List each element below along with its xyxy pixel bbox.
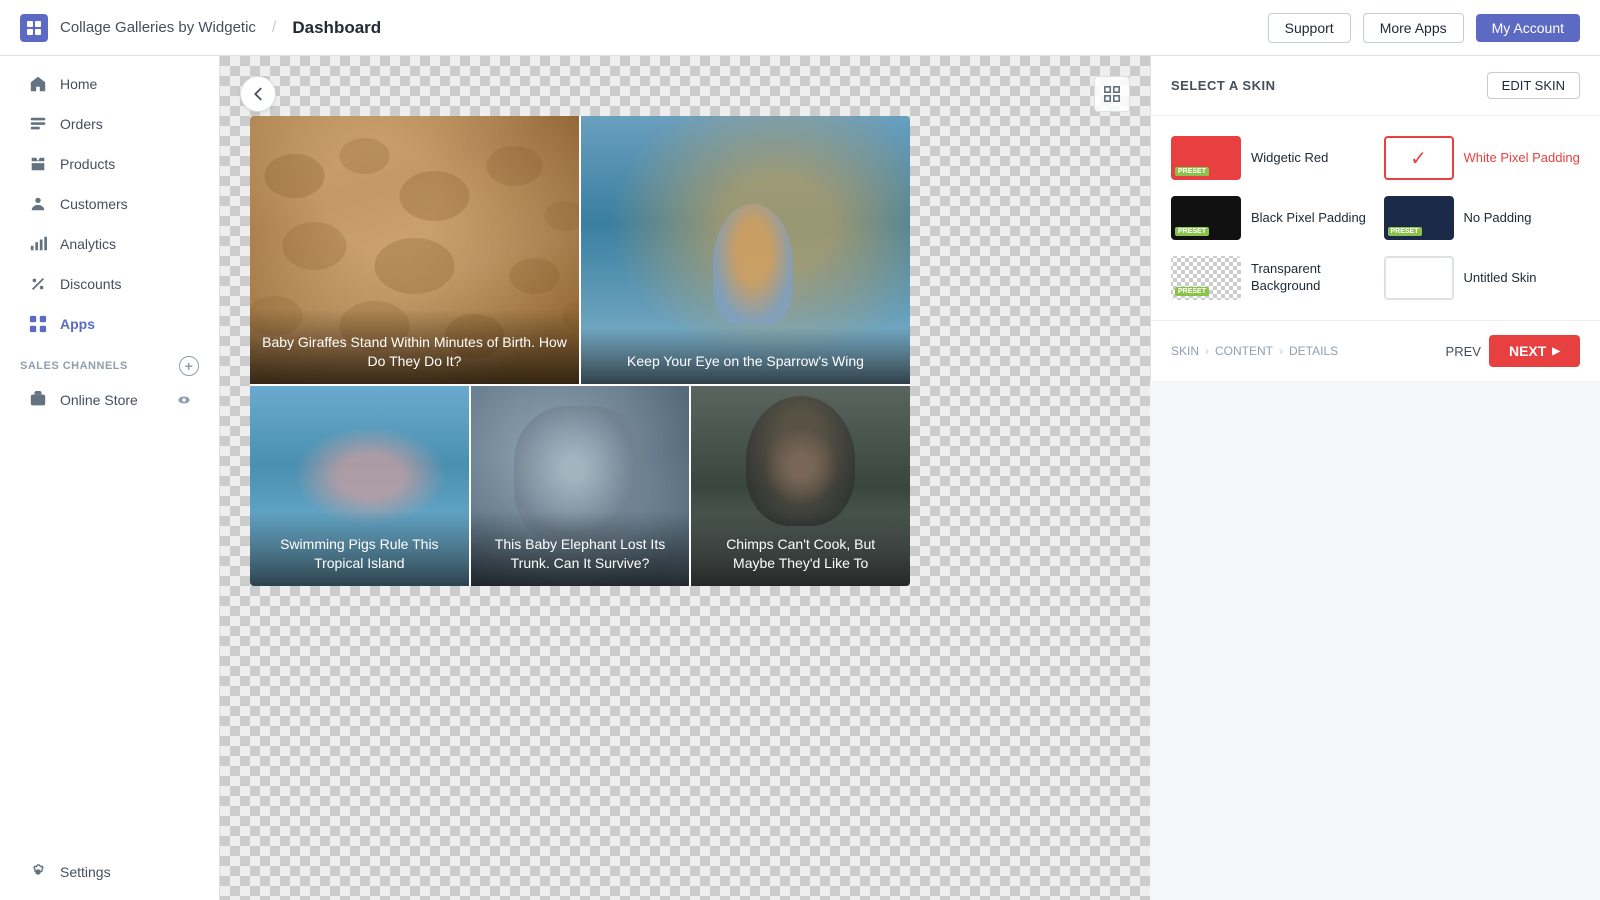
skin-label-white-pixel-padding: White Pixel Padding — [1464, 150, 1580, 167]
back-button[interactable] — [240, 76, 276, 112]
apps-label: Apps — [60, 316, 95, 332]
breadcrumb-details: DETAILS — [1289, 344, 1338, 358]
topbar: Collage Galleries by Widgetic / Dashboar… — [0, 0, 1600, 56]
online-store-label: Online Store — [60, 392, 138, 408]
footer-buttons: PREV NEXT — [1446, 335, 1580, 367]
preset-badge-dark: PRESET — [1388, 227, 1422, 236]
bc-sep-2: › — [1279, 344, 1283, 358]
panel-header: SELECT A SKIN EDIT SKIN — [1151, 56, 1600, 116]
page-title: Dashboard — [292, 18, 381, 38]
skin-thumb-black-pixel-padding: PRESET — [1171, 196, 1241, 240]
skin-thumb-widgetic-red: PRESET — [1171, 136, 1241, 180]
right-panel: SELECT A SKIN EDIT SKIN PRESET Widgetic … — [1150, 56, 1600, 381]
sidebar-item-home[interactable]: Home — [8, 64, 211, 104]
gallery-item-bird[interactable]: Keep Your Eye on the Sparrow's Wing — [581, 116, 910, 384]
gallery-item-giraffe[interactable]: Baby Giraffes Stand Within Minutes of Bi… — [250, 116, 579, 384]
panel-footer: SKIN › CONTENT › DETAILS PREV NEXT — [1151, 320, 1600, 381]
sales-channels-label: Sales Channels — [20, 360, 128, 372]
bc-sep-1: › — [1205, 344, 1209, 358]
skin-label-widgetic-red: Widgetic Red — [1251, 150, 1328, 167]
skin-checkmark: ✓ — [1386, 138, 1452, 178]
separator: / — [272, 19, 276, 37]
discounts-icon — [28, 274, 48, 294]
more-apps-button[interactable]: More Apps — [1363, 13, 1464, 43]
breadcrumb: SKIN › CONTENT › DETAILS — [1171, 344, 1338, 358]
analytics-label: Analytics — [60, 236, 116, 252]
home-label: Home — [60, 76, 97, 92]
expand-button[interactable] — [1094, 76, 1130, 112]
sales-channels-section: Sales Channels + — [0, 344, 219, 380]
gallery-item-elephant[interactable]: This Baby Elephant Lost Its Trunk. Can I… — [471, 386, 690, 586]
gallery-caption-pig: Swimming Pigs Rule This Tropical Island — [250, 511, 469, 586]
settings-icon — [28, 862, 48, 882]
gallery-item-pig[interactable]: Swimming Pigs Rule This Tropical Island — [250, 386, 469, 586]
orders-icon — [28, 114, 48, 134]
sidebar-item-analytics[interactable]: Analytics — [8, 224, 211, 264]
products-icon — [28, 154, 48, 174]
sidebar: Home Orders Products Customers Analytics — [0, 56, 220, 900]
skin-label-untitled: Untitled Skin — [1464, 270, 1537, 287]
gallery-caption-elephant: This Baby Elephant Lost Its Trunk. Can I… — [471, 511, 690, 586]
customers-icon — [28, 194, 48, 214]
sidebar-item-orders[interactable]: Orders — [8, 104, 211, 144]
skin-item-untitled[interactable]: Untitled Skin — [1384, 256, 1581, 300]
orders-label: Orders — [60, 116, 103, 132]
main-content: Baby Giraffes Stand Within Minutes of Bi… — [220, 56, 1600, 900]
online-store-eye-icon — [177, 393, 191, 407]
layout: Home Orders Products Customers Analytics — [0, 56, 1600, 900]
skin-item-black-pixel-padding[interactable]: PRESET Black Pixel Padding — [1171, 196, 1368, 240]
products-label: Products — [60, 156, 115, 172]
home-icon — [28, 74, 48, 94]
analytics-icon — [28, 234, 48, 254]
breadcrumb-content: CONTENT — [1215, 344, 1273, 358]
skin-label-black-pixel-padding: Black Pixel Padding — [1251, 210, 1366, 227]
app-icon — [20, 14, 48, 42]
online-store-icon — [28, 390, 48, 410]
prev-button[interactable]: PREV — [1446, 344, 1481, 359]
gallery-caption-giraffe: Baby Giraffes Stand Within Minutes of Bi… — [250, 309, 579, 384]
settings-label: Settings — [60, 864, 111, 880]
panel-title: SELECT A SKIN — [1171, 78, 1276, 93]
skin-thumb-transparent: PRESET — [1171, 256, 1241, 300]
skins-grid: PRESET Widgetic Red ✓ White Pixel Paddin… — [1151, 116, 1600, 320]
gallery-item-chimp[interactable]: Chimps Can't Cook, But Maybe They'd Like… — [691, 386, 910, 586]
sidebar-item-settings[interactable]: Settings — [8, 852, 211, 892]
preset-badge-transparent: PRESET — [1175, 287, 1209, 296]
add-channel-button[interactable]: + — [179, 356, 199, 376]
skin-thumb-untitled — [1384, 256, 1454, 300]
preset-badge: PRESET — [1175, 167, 1209, 176]
brand-title: Collage Galleries by Widgetic — [60, 19, 256, 36]
discounts-label: Discounts — [60, 276, 121, 292]
breadcrumb-skin: SKIN — [1171, 344, 1199, 358]
skin-item-widgetic-red[interactable]: PRESET Widgetic Red — [1171, 136, 1368, 180]
skin-item-transparent[interactable]: PRESET Transparent Background — [1171, 256, 1368, 300]
sidebar-item-apps[interactable]: Apps — [8, 304, 211, 344]
preset-badge-black: PRESET — [1175, 227, 1209, 236]
gallery-grid: Baby Giraffes Stand Within Minutes of Bi… — [250, 116, 910, 586]
canvas-area: Baby Giraffes Stand Within Minutes of Bi… — [220, 56, 1150, 900]
support-button[interactable]: Support — [1268, 13, 1351, 43]
apps-icon — [28, 314, 48, 334]
account-button[interactable]: My Account — [1476, 14, 1580, 42]
skin-label-no-padding: No Padding — [1464, 210, 1532, 227]
skin-item-no-padding[interactable]: PRESET No Padding — [1384, 196, 1581, 240]
gallery-caption-chimp: Chimps Can't Cook, But Maybe They'd Like… — [691, 511, 910, 586]
next-button[interactable]: NEXT — [1489, 335, 1580, 367]
sidebar-item-customers[interactable]: Customers — [8, 184, 211, 224]
sidebar-item-online-store[interactable]: Online Store — [8, 380, 211, 420]
skin-thumb-no-padding: PRESET — [1384, 196, 1454, 240]
skin-thumb-white-pixel-padding: ✓ — [1384, 136, 1454, 180]
skin-item-white-pixel-padding[interactable]: ✓ White Pixel Padding — [1384, 136, 1581, 180]
sidebar-item-products[interactable]: Products — [8, 144, 211, 184]
gallery-caption-bird: Keep Your Eye on the Sparrow's Wing — [581, 328, 910, 384]
edit-skin-button[interactable]: EDIT SKIN — [1487, 72, 1580, 99]
sidebar-item-discounts[interactable]: Discounts — [8, 264, 211, 304]
skin-label-transparent: Transparent Background — [1251, 261, 1368, 295]
customers-label: Customers — [60, 196, 128, 212]
